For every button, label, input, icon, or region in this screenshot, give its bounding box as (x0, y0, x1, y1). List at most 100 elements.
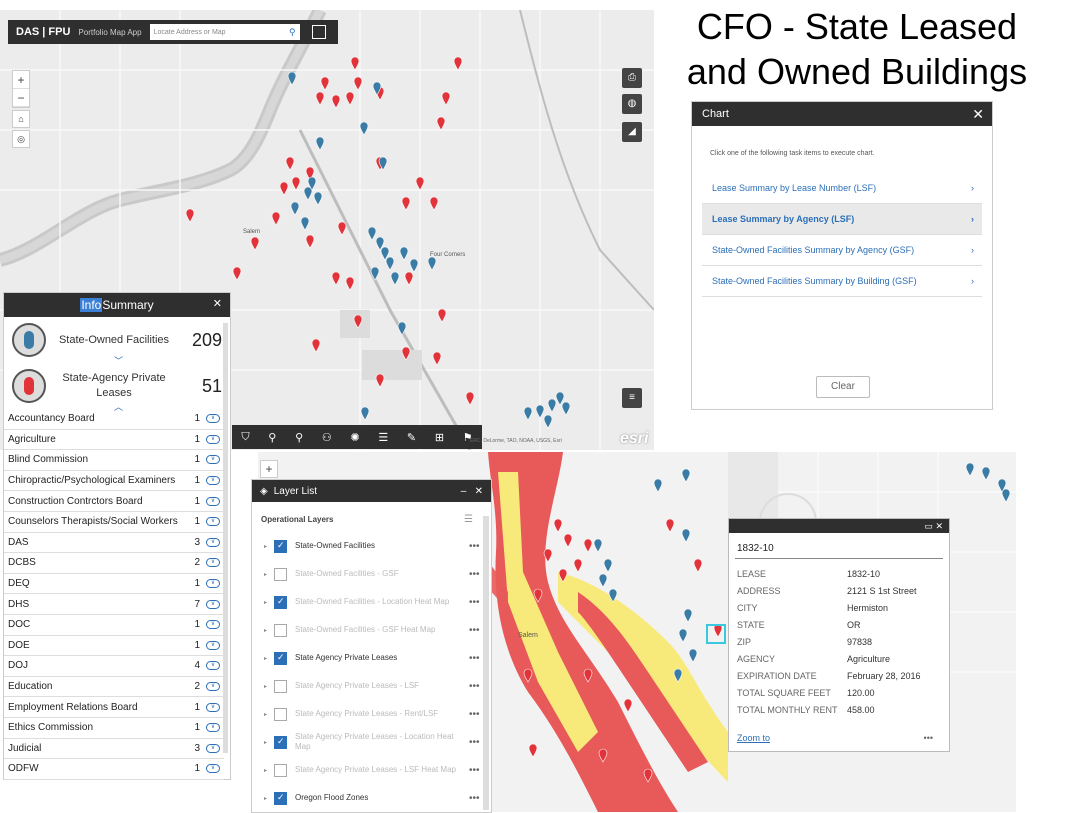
close-icon[interactable]: ✕ (972, 106, 984, 123)
map-marker[interactable] (523, 406, 533, 421)
map-marker[interactable] (665, 518, 675, 533)
map-marker[interactable] (345, 91, 355, 106)
map-marker[interactable] (436, 116, 446, 131)
expand-icon[interactable]: ∨ (206, 764, 220, 774)
layer-checkbox[interactable] (274, 595, 287, 609)
map-marker[interactable] (437, 308, 447, 323)
agency-row[interactable]: Construction Contrctors Board 1 ∨ (4, 491, 224, 512)
agency-row[interactable]: DHS 7 ∨ (4, 594, 224, 615)
basemap-icon[interactable]: ◍ (622, 94, 642, 114)
map-marker[interactable] (399, 246, 409, 261)
map-marker[interactable] (673, 668, 683, 683)
menu-icon[interactable] (311, 25, 326, 39)
layer-checkbox[interactable] (274, 763, 287, 777)
map-marker[interactable] (331, 94, 341, 109)
map-marker[interactable] (359, 121, 369, 136)
map-marker[interactable] (583, 668, 593, 683)
map-marker[interactable] (350, 56, 360, 71)
print-icon[interactable]: ⎙ (622, 68, 642, 88)
expand-triangle-icon[interactable]: ▸ (264, 711, 274, 718)
map-marker[interactable] (561, 401, 571, 416)
layer-checkbox[interactable] (274, 791, 287, 805)
expand-icon[interactable]: ∨ (206, 599, 220, 609)
map-marker[interactable] (305, 234, 315, 249)
agency-row[interactable]: DEQ 1 ∨ (4, 574, 224, 595)
map-marker[interactable] (593, 538, 603, 553)
map-marker[interactable] (563, 533, 573, 548)
map-marker[interactable] (367, 226, 377, 241)
agency-row[interactable]: Accountancy Board 1 ∨ (4, 409, 224, 430)
map-marker[interactable] (232, 266, 242, 281)
expand-icon[interactable]: ∨ (206, 723, 220, 733)
agency-row[interactable]: Agriculture 1 ∨ (4, 430, 224, 451)
layer-checkbox[interactable] (274, 679, 287, 693)
map-marker[interactable] (385, 256, 395, 271)
map-marker[interactable] (623, 698, 633, 713)
map-marker[interactable] (250, 236, 260, 251)
expand-triangle-icon[interactable]: ▸ (264, 795, 274, 802)
agency-row[interactable]: Employment Relations Board 1 ∨ (4, 697, 224, 718)
draw-tool-icon[interactable]: ✎ (407, 431, 416, 444)
expand-icon[interactable]: ∨ (206, 517, 220, 527)
map-marker[interactable] (1001, 488, 1011, 503)
maximize-icon[interactable]: ▭ (924, 521, 933, 531)
layer-checkbox[interactable] (274, 651, 287, 665)
expand-icon[interactable]: ∨ (206, 496, 220, 506)
map-marker[interactable] (404, 271, 414, 286)
map-marker[interactable] (465, 391, 475, 406)
expand-triangle-icon[interactable]: ▸ (264, 683, 274, 690)
map-marker[interactable] (401, 196, 411, 211)
chart-task-item[interactable]: Lease Summary by Agency (LSF) › (702, 204, 982, 235)
expand-triangle-icon[interactable]: ▸ (264, 767, 274, 774)
map-marker[interactable] (287, 71, 297, 86)
map-marker[interactable] (523, 668, 533, 683)
map-marker[interactable] (653, 478, 663, 493)
map-marker[interactable] (315, 136, 325, 151)
map-marker[interactable] (553, 518, 563, 533)
agency-row[interactable]: ODFW 1 ∨ (4, 759, 224, 780)
selected-marker-highlight[interactable] (706, 624, 726, 644)
expand-triangle-icon[interactable]: ▸ (264, 627, 274, 634)
locate-button[interactable]: ◎ (12, 130, 30, 148)
expand-icon[interactable]: ∨ (206, 640, 220, 650)
zoom-to-link[interactable]: Zoom to (737, 733, 770, 743)
filter-icon[interactable]: ☰ (464, 514, 473, 525)
map-marker[interactable] (311, 338, 321, 353)
map-marker[interactable] (345, 276, 355, 291)
map-marker[interactable] (558, 568, 568, 583)
map-marker[interactable] (291, 176, 301, 191)
expand-triangle-icon[interactable]: ▸ (264, 543, 274, 550)
measure-icon[interactable]: ◢ (622, 122, 642, 142)
map-marker[interactable] (285, 156, 295, 171)
expand-icon[interactable]: ∨ (206, 620, 220, 630)
expand-icon[interactable]: ∨ (206, 702, 220, 712)
layer-checkbox[interactable] (274, 539, 287, 553)
expand-triangle-icon[interactable]: ▸ (264, 739, 274, 746)
zoom-out-button[interactable]: − (13, 89, 29, 107)
expand-icon[interactable]: ∨ (206, 682, 220, 692)
layer-checkbox[interactable] (274, 735, 287, 749)
person-tool-icon[interactable]: ⚇ (322, 431, 332, 444)
layers-tool-icon[interactable]: ⛉ (241, 431, 249, 444)
map-marker[interactable] (573, 558, 583, 573)
map-marker[interactable] (320, 76, 330, 91)
chart-tool-icon[interactable]: ☰ (378, 431, 388, 444)
map-marker[interactable] (547, 398, 557, 413)
search-tool-icon[interactable]: ⚲ (268, 431, 276, 444)
map-marker[interactable] (337, 221, 347, 236)
map-marker[interactable] (608, 588, 618, 603)
expand-icon[interactable]: ∨ (206, 579, 220, 589)
search-input[interactable]: Locate Address or Map ⚲ (149, 24, 300, 40)
map-marker[interactable] (353, 76, 363, 91)
expand-icon[interactable]: ∨ (206, 476, 220, 486)
close-icon[interactable]: ✕ (213, 297, 222, 310)
map-marker[interactable] (303, 186, 313, 201)
map-marker[interactable] (533, 588, 543, 603)
agency-row[interactable]: DOE 1 ∨ (4, 636, 224, 657)
map-marker[interactable] (360, 406, 370, 421)
map-marker[interactable] (429, 196, 439, 211)
more-options-icon[interactable]: ••• (924, 733, 933, 743)
map-marker[interactable] (279, 181, 289, 196)
map-marker[interactable] (401, 346, 411, 361)
zoom-in-button[interactable]: + (13, 71, 29, 89)
